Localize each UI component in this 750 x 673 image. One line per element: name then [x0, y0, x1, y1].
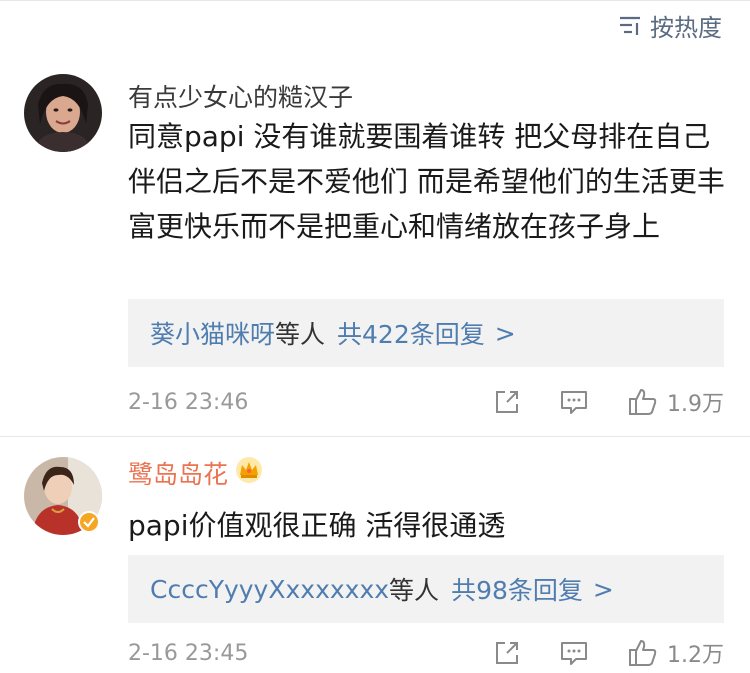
comment-meta: 2-16 23:46 1.9万	[128, 382, 724, 422]
comment-icon[interactable]	[559, 388, 589, 416]
reply-count: 共98条回复	[451, 576, 583, 605]
sort-by-hot-button[interactable]: 按热度	[618, 9, 722, 42]
comment-meta: 2-16 23:45 1.2万	[128, 633, 724, 673]
crown-icon	[234, 456, 264, 490]
reply-user-names: CcccYyyyXxxxxxxx	[150, 574, 390, 604]
comment-actions: 1.9万	[493, 382, 724, 422]
sort-label: 按热度	[650, 13, 722, 42]
comment-actions: 1.2万	[493, 633, 724, 673]
like-button[interactable]: 1.9万	[627, 386, 724, 418]
avatar[interactable]	[24, 457, 102, 535]
chevron-right-icon: >	[494, 318, 516, 348]
replies-summary-button[interactable]: CcccYyyyXxxxxxxx 等人 共98条回复 >	[128, 555, 724, 623]
replies-summary-button[interactable]: 葵小猫咪呀 等人 共422条回复 >	[128, 299, 724, 367]
comment-text: 同意papi 没有谁就要围着谁转 把父母排在自己 伴侣之后不是不爱他们 而是希望…	[128, 120, 725, 243]
share-icon[interactable]	[493, 388, 521, 416]
comment-icon[interactable]	[559, 639, 589, 667]
verified-badge-icon	[80, 513, 98, 531]
avatar[interactable]	[24, 74, 102, 152]
chevron-right-icon: >	[592, 574, 614, 604]
comment-item: 鹭岛岛花 papi价值观很正确 活得很通透 CcccYyyyXxxxxxxx 等…	[0, 437, 750, 668]
reply-etc-label: 等人	[275, 320, 326, 349]
timestamp: 2-16 23:46	[128, 389, 249, 415]
timestamp: 2-16 23:45	[128, 640, 249, 666]
sort-icon	[618, 13, 642, 37]
like-button[interactable]: 1.2万	[627, 637, 724, 669]
like-icon	[627, 387, 659, 417]
share-icon[interactable]	[493, 639, 521, 667]
like-count: 1.9万	[667, 392, 724, 417]
like-icon	[627, 638, 659, 668]
reply-count: 共422条回复	[337, 320, 485, 349]
username-row: 鹭岛岛花	[128, 455, 264, 491]
comment-item: 有点少女心的糙汉子 同意papi 没有谁就要围着谁转 把父母排在自己 伴侣之后不…	[0, 48, 750, 437]
username[interactable]: 有点少女心的糙汉子	[128, 78, 353, 114]
sort-bar: 按热度	[0, 0, 750, 49]
reply-user-names: 葵小猫咪呀	[150, 320, 276, 349]
comment-text: papi价值观很正确 活得很通透	[128, 509, 506, 542]
like-count: 1.2万	[667, 643, 724, 668]
reply-etc-label: 等人	[389, 576, 440, 605]
username[interactable]: 鹭岛岛花	[128, 455, 228, 491]
